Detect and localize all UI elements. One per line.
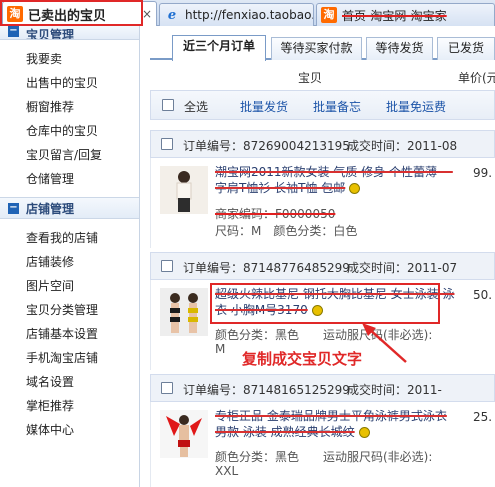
- sidebar-item-mobile[interactable]: 手机淘宝店铺: [26, 346, 139, 370]
- product-title[interactable]: 潮宝网2011新款女装 气质 修身 个性蕾薄 一字肩T恤衫 长袖T恤 包邮: [215, 164, 455, 196]
- tab-await-shipping[interactable]: 等待发货: [366, 37, 433, 60]
- order-header: 订单编号：87269004213195 成交时间：2011-08: [150, 130, 495, 158]
- sidebar-item-warehouse[interactable]: 仓库中的宝贝: [26, 119, 139, 143]
- product-thumbnail[interactable]: [160, 166, 208, 214]
- tab-title: 已卖出的宝贝: [28, 8, 107, 24]
- order-time: 成交时间：2011-07: [347, 261, 458, 275]
- medal-icon: [358, 427, 370, 438]
- order-time: 成交时间：2011-: [347, 383, 442, 397]
- product-spec: 颜色分类：黑色 运动服尺码(非必选):: [215, 450, 433, 464]
- sidebar-item-window[interactable]: 橱窗推荐: [26, 95, 139, 119]
- order-row: 订单编号：87269004213195 成交时间：2011-08 潮宝网2011…: [150, 130, 495, 248]
- browser-tab-strip: 淘 已卖出的宝贝 × e http://fenxiao.taobao.... 淘…: [0, 0, 495, 26]
- select-all-checkbox[interactable]: [162, 99, 174, 111]
- product-price: 25.: [473, 410, 493, 424]
- tab-await-payment[interactable]: 等待买家付款: [271, 37, 362, 60]
- column-header: 宝贝 单价(元: [150, 64, 495, 88]
- sidebar-item-recommend[interactable]: 掌柜推荐: [26, 394, 139, 418]
- order-number: 订单编号：87148776485299: [183, 261, 350, 275]
- sidebar: − 宝贝管理 我要卖 出售中的宝贝 橱窗推荐 仓库中的宝贝 宝贝留言/回复 仓储…: [0, 26, 140, 487]
- tab-shipped[interactable]: 已发货: [437, 37, 495, 60]
- close-icon[interactable]: ×: [142, 7, 152, 21]
- product-spec-size: XXL: [215, 464, 239, 478]
- sidebar-section-header[interactable]: − 宝贝管理: [0, 26, 139, 40]
- sidebar-item-media[interactable]: 媒体中心: [26, 418, 139, 442]
- sidebar-item-messages[interactable]: 宝贝留言/回复: [26, 143, 139, 167]
- select-all-label: 全选: [184, 100, 209, 114]
- column-price: 单价(元: [458, 71, 495, 85]
- sidebar-item-view-shop[interactable]: 查看我的店铺: [26, 226, 139, 250]
- sidebar-item-on-sale[interactable]: 出售中的宝贝: [26, 71, 139, 95]
- product-title-text[interactable]: 专柜正品 金泰瑞品牌男士平角泳裤男式泳衣男款 泳装 成熟经典长城纹: [215, 409, 447, 439]
- product-price: 50.: [473, 288, 493, 302]
- sidebar-list-shop: 查看我的店铺 店铺装修 图片空间 宝贝分类管理 店铺基本设置 手机淘宝店铺 域名…: [0, 219, 139, 448]
- product-spec: 尺码：M 颜色分类：白色: [215, 224, 358, 238]
- browser-tab-sold-items[interactable]: 淘 已卖出的宝贝 ×: [2, 1, 157, 26]
- tab-title: http://fenxiao.taobao....: [185, 8, 314, 22]
- annotation-label: 复制成交宝贝文字: [242, 350, 363, 368]
- arrow-icon: [362, 323, 407, 363]
- sidebar-item-storage[interactable]: 仓储管理: [26, 167, 139, 191]
- sidebar-list-items: 我要卖 出售中的宝贝 橱窗推荐 仓库中的宝贝 宝贝留言/回复 仓储管理: [0, 40, 139, 197]
- column-item: 宝贝: [298, 71, 323, 85]
- browser-tab-fenxiao[interactable]: e http://fenxiao.taobao....: [159, 3, 314, 26]
- order-header: 订单编号：87148165125299 成交时间：2011-: [150, 374, 495, 402]
- order-body: 专柜正品 金泰瑞品牌男士平角泳裤男式泳衣男款 泳装 成熟经典长城纹 颜色分类：黑…: [150, 402, 495, 487]
- medal-icon: [349, 183, 361, 194]
- taobao-icon: 淘: [7, 6, 23, 22]
- product-price: 99.: [473, 166, 493, 180]
- order-tab-bar: 近三个月订单 等待买家付款 等待发货 已发货: [150, 35, 495, 61]
- order-number: 订单编号：87269004213195: [183, 139, 350, 153]
- order-number: 订单编号：87148165125299: [183, 383, 350, 397]
- ie-icon: e: [167, 7, 177, 23]
- product-title[interactable]: 超级火辣比基尼 钢托大胸比基尼 女士泳装 泳衣 小胸M号3170: [215, 286, 455, 318]
- sidebar-section-title: 宝贝管理: [26, 28, 75, 40]
- order-checkbox[interactable]: [161, 260, 173, 272]
- product-thumbnail[interactable]: [160, 288, 208, 336]
- order-checkbox[interactable]: [161, 382, 173, 394]
- order-checkbox[interactable]: [161, 138, 173, 150]
- sidebar-item-domain[interactable]: 域名设置: [26, 370, 139, 394]
- sidebar-section-header[interactable]: − 店铺管理: [0, 197, 139, 219]
- product-spec-size: M: [215, 342, 226, 356]
- browser-tab-taobao-home[interactable]: 淘 首页-淘宝网-淘宝家: [316, 3, 495, 26]
- merchant-code-text: 商家编码：F0000050: [215, 207, 336, 221]
- product-title-text[interactable]: 超级火辣比基尼 钢托大胸比基尼 女士泳装 泳衣 小胸M号3170: [215, 287, 454, 317]
- bulk-memo-link[interactable]: 批量备忘: [313, 98, 361, 115]
- sidebar-item-images[interactable]: 图片空间: [26, 274, 139, 298]
- tab-title: 首页-淘宝网-淘宝家: [342, 8, 447, 23]
- order-row: 订单编号：87148165125299 成交时间：2011- 专柜正品 金泰瑞品…: [150, 374, 495, 487]
- medal-icon: [311, 305, 323, 316]
- order-header: 订单编号：87148776485299 成交时间：2011-07: [150, 252, 495, 280]
- collapse-icon[interactable]: −: [8, 26, 19, 37]
- bulk-ship-link[interactable]: 批量发货: [240, 98, 288, 115]
- sidebar-item-settings[interactable]: 店铺基本设置: [26, 322, 139, 346]
- main-content: 近三个月订单 等待买家付款 等待发货 已发货 宝贝 单价(元 全选 批量发货 批…: [150, 26, 495, 487]
- sidebar-item-sell[interactable]: 我要卖: [26, 47, 139, 71]
- sidebar-item-decorate[interactable]: 店铺装修: [26, 250, 139, 274]
- product-thumbnail[interactable]: [160, 410, 208, 458]
- sidebar-item-categories[interactable]: 宝贝分类管理: [26, 298, 139, 322]
- bulk-action-bar: 全选 批量发货 批量备忘 批量免运费: [150, 90, 495, 120]
- collapse-icon[interactable]: −: [8, 202, 19, 214]
- order-body: 潮宝网2011新款女装 气质 修身 个性蕾薄 一字肩T恤衫 长袖T恤 包邮 商家…: [150, 158, 495, 248]
- taobao-icon: 淘: [321, 7, 337, 23]
- product-title-text[interactable]: 潮宝网2011新款女装 气质 修身 个性蕾薄 一字肩T恤衫 长袖T恤 包邮: [215, 165, 453, 195]
- bulk-free-shipping-link[interactable]: 批量免运费: [386, 98, 446, 115]
- tab-recent-orders[interactable]: 近三个月订单: [172, 35, 266, 61]
- order-time: 成交时间：2011-08: [347, 139, 458, 153]
- product-title[interactable]: 专柜正品 金泰瑞品牌男士平角泳裤男式泳衣男款 泳装 成熟经典长城纹: [215, 408, 455, 440]
- merchant-code: 商家编码：F0000050: [215, 205, 335, 222]
- sidebar-section-title: 店铺管理: [26, 201, 75, 216]
